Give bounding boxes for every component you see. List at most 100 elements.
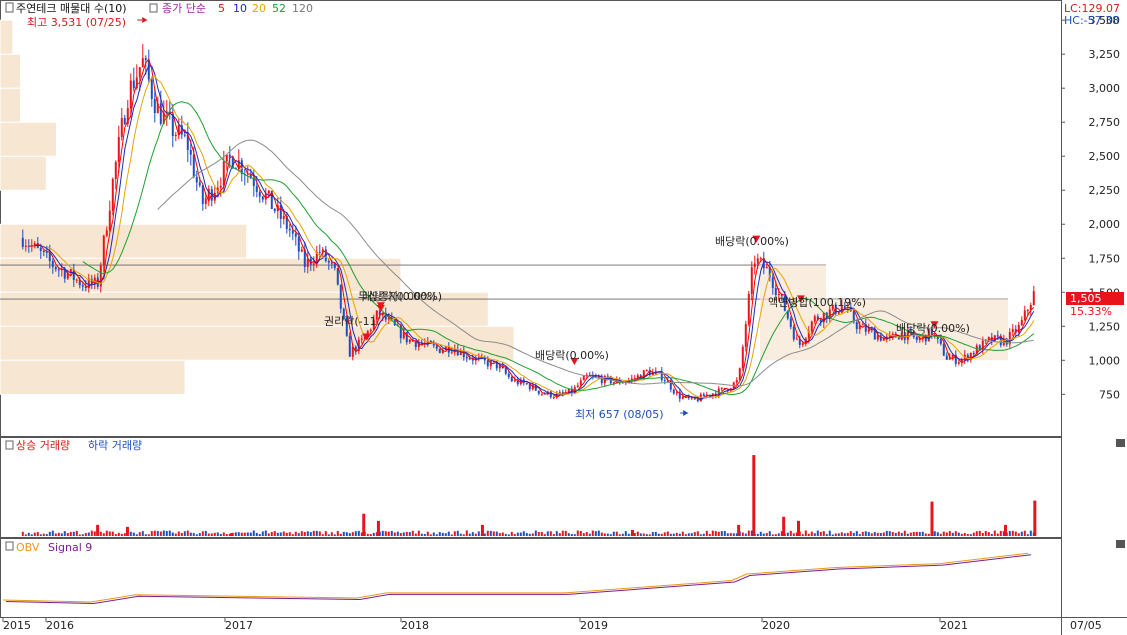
collapse-icon[interactable] (5, 2, 14, 13)
event-label-dividend-2017: 배당락(0.00%) (362, 290, 436, 303)
volume-bar (186, 530, 189, 536)
high-annotation: 최고 3,531 (07/25) (27, 16, 126, 29)
volume-bar (366, 533, 369, 536)
volume-bar (924, 533, 927, 536)
candle-body (123, 118, 126, 124)
candle-body (291, 230, 294, 234)
volume-bar (474, 533, 477, 536)
price-tick-label-1: 1,000 (1089, 354, 1121, 367)
volume-bar (978, 530, 981, 536)
ma-type-label: 종가 단순 (162, 2, 206, 15)
volume-bar (621, 533, 624, 536)
volume-bar (699, 534, 702, 536)
candle-body (630, 378, 633, 380)
volume-bar (315, 530, 318, 536)
volume-bar (276, 532, 279, 536)
candle-body (330, 262, 333, 264)
volume-bar (810, 531, 813, 536)
candle-body (327, 260, 330, 263)
volume-bar (408, 532, 411, 536)
volume-bar (525, 533, 528, 536)
volume-bar (66, 532, 69, 536)
candle-body (702, 394, 705, 397)
volume-bar (195, 534, 198, 536)
volume-bar (837, 533, 840, 536)
volume-bar (477, 531, 480, 536)
volume-bar (141, 531, 144, 536)
volume-bar (603, 533, 606, 536)
volume-bar (702, 533, 705, 536)
volume-bar (414, 533, 417, 536)
candle-body (273, 208, 276, 212)
volume-bar (222, 532, 225, 536)
candle-body (120, 118, 123, 137)
volume-bar (885, 530, 888, 536)
candle-body (318, 251, 321, 253)
volume-bar (510, 531, 513, 536)
volume-bar (915, 531, 918, 536)
volume-bar (453, 531, 456, 536)
candle-body (789, 318, 792, 328)
volume-bar (675, 532, 678, 536)
obv-panel-maximize-icon[interactable] (1116, 540, 1125, 548)
volume-spike-11 (930, 501, 934, 536)
price-tick-label-2: 1,250 (1089, 320, 1121, 333)
candle-body (258, 191, 261, 197)
volume-bar (600, 532, 603, 536)
volume-bar (558, 533, 561, 536)
candle-body (360, 338, 363, 340)
candle-body (777, 294, 780, 296)
volume-bar (966, 533, 969, 536)
volume-bar (654, 531, 657, 536)
volume-bar (999, 530, 1002, 536)
volume-bar (936, 532, 939, 536)
candle-body (675, 392, 678, 394)
volume-bar (861, 531, 864, 536)
volume-bar (93, 531, 96, 536)
volume-bar (357, 530, 360, 536)
candle-body (432, 343, 435, 346)
volume-bar (696, 531, 699, 536)
volume-bar (597, 530, 600, 536)
volume-bar (90, 530, 93, 536)
candle-body (141, 58, 144, 68)
volume-bar (846, 532, 849, 536)
candle-body (348, 335, 351, 357)
volume-bar (48, 531, 51, 536)
obv-toggle-icon[interactable] (5, 541, 14, 551)
candle-body (582, 376, 585, 381)
candle-body (504, 367, 507, 374)
volume-bar (381, 530, 384, 536)
volume-panel-maximize-icon[interactable] (1116, 439, 1125, 447)
volume-bar (537, 531, 540, 536)
volume-bar (975, 531, 978, 536)
volume-spike-7 (737, 524, 741, 536)
volume-bar (69, 531, 72, 536)
volume-bar (498, 533, 501, 536)
volume-bar (906, 533, 909, 536)
candle-body (255, 186, 258, 192)
candle-body (438, 348, 441, 353)
volume-bar (42, 533, 45, 536)
candle-body (813, 316, 816, 322)
volume-bar (252, 530, 255, 536)
x-tick-date-end: 07/05 (1070, 619, 1102, 632)
volume-bar (120, 533, 123, 536)
stock-chart[interactable]: 7501,0001,2501,5001,7502,0002,2502,5002,… (0, 0, 1127, 635)
indicator-toggle-icon[interactable] (149, 3, 158, 13)
volume-bar (162, 530, 165, 536)
candle-body (756, 258, 759, 264)
candle-body (1023, 310, 1026, 320)
volume-bar (462, 534, 465, 536)
volume-bar (585, 532, 588, 536)
volume-bar (894, 532, 897, 536)
volume-bar (24, 534, 27, 536)
volume-bar (969, 534, 972, 536)
candle-body (102, 235, 105, 266)
volume-bar (447, 531, 450, 536)
volume-bar (147, 534, 150, 536)
volume-bar (504, 533, 507, 536)
volume-toggle-icon[interactable] (5, 440, 14, 450)
candle-body (576, 385, 579, 388)
volume-bar (870, 533, 873, 536)
